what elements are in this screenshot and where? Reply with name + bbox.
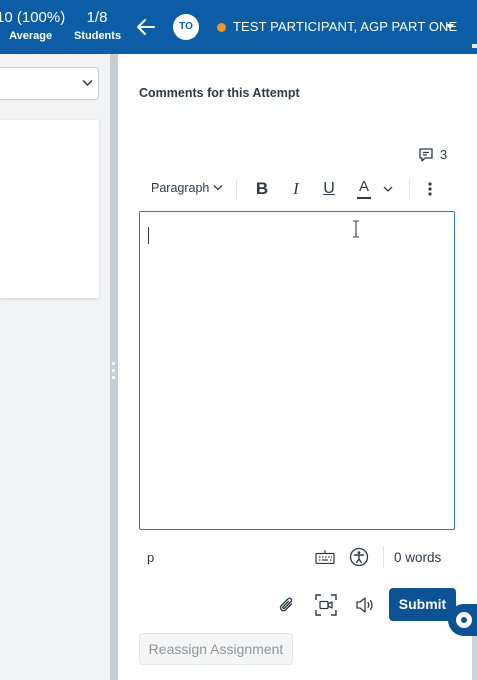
block-format-dropdown[interactable]: Paragraph bbox=[151, 181, 223, 195]
grading-panel: Comments for this Attempt 3 Paragraph B … bbox=[118, 54, 477, 680]
underline-glyph: U bbox=[323, 180, 335, 197]
help-chat-button[interactable] bbox=[448, 604, 477, 636]
drag-handle-icon[interactable] bbox=[112, 362, 116, 380]
student-avatar[interactable]: TO bbox=[173, 14, 199, 40]
text-cursor-icon bbox=[353, 220, 359, 238]
text-color-bar bbox=[357, 197, 371, 199]
average-score-label: Average bbox=[9, 30, 53, 42]
submit-comment-button[interactable]: Submit bbox=[389, 588, 456, 621]
paperclip-icon[interactable] bbox=[277, 595, 297, 615]
bold-button[interactable]: B bbox=[254, 178, 270, 200]
window-edge bbox=[472, 636, 477, 680]
students-count-label: Students bbox=[74, 30, 122, 42]
more-vertical-icon bbox=[428, 182, 432, 196]
record-media-icon[interactable] bbox=[314, 593, 338, 617]
comment-editor[interactable] bbox=[139, 211, 455, 530]
word-count[interactable]: 0 words bbox=[394, 550, 441, 565]
status-separator bbox=[383, 546, 384, 568]
comment-count-value: 3 bbox=[440, 147, 448, 162]
keyboard-icon[interactable] bbox=[315, 550, 335, 564]
chevron-down-icon bbox=[82, 79, 93, 87]
accessibility-icon[interactable] bbox=[349, 547, 369, 567]
more-options-button[interactable] bbox=[425, 178, 435, 200]
element-path[interactable]: p bbox=[147, 550, 154, 565]
editor-status-bar: p 0 words bbox=[139, 540, 455, 572]
toolbar-separator bbox=[236, 179, 237, 199]
student-selector-name[interactable]: TEST PARTICIPANT, AGP PART ONE bbox=[233, 19, 457, 34]
audio-icon[interactable] bbox=[355, 595, 375, 615]
italic-button[interactable]: I bbox=[288, 178, 304, 200]
students-count-value: 1/8 bbox=[86, 9, 108, 26]
submission-select[interactable] bbox=[0, 67, 99, 100]
speedgrader-header: 10 (100%) Average 1/8 Students TO TEST P… bbox=[0, 0, 477, 54]
average-score-value: 10 (100%) bbox=[0, 9, 66, 26]
text-color-dropdown[interactable] bbox=[383, 178, 393, 200]
chevron-down-icon bbox=[383, 186, 393, 192]
average-score-stat: 10 (100%) Average bbox=[0, 9, 65, 43]
document-preview-page bbox=[0, 120, 99, 298]
chat-icon bbox=[456, 612, 472, 628]
text-color-glyph: A bbox=[358, 178, 369, 195]
header-edge bbox=[472, 44, 477, 48]
reassign-assignment-button: Reassign Assignment bbox=[139, 633, 293, 665]
toolbar-separator bbox=[409, 179, 410, 199]
submission-preview-pane bbox=[0, 54, 110, 680]
comment-icon bbox=[419, 148, 433, 162]
rce-toolbar: Paragraph B I U A bbox=[138, 174, 458, 204]
comments-heading: Comments for this Attempt bbox=[139, 86, 300, 100]
back-arrow-icon[interactable] bbox=[134, 15, 158, 39]
chevron-down-icon[interactable] bbox=[446, 24, 454, 29]
underline-button[interactable]: U bbox=[321, 178, 337, 200]
text-caret bbox=[148, 227, 149, 244]
chevron-down-icon bbox=[213, 185, 223, 191]
text-color-button[interactable]: A bbox=[356, 178, 372, 200]
students-stat: 1/8 Students bbox=[74, 9, 122, 43]
block-format-label: Paragraph bbox=[151, 181, 210, 195]
submission-status-dot bbox=[217, 23, 226, 32]
